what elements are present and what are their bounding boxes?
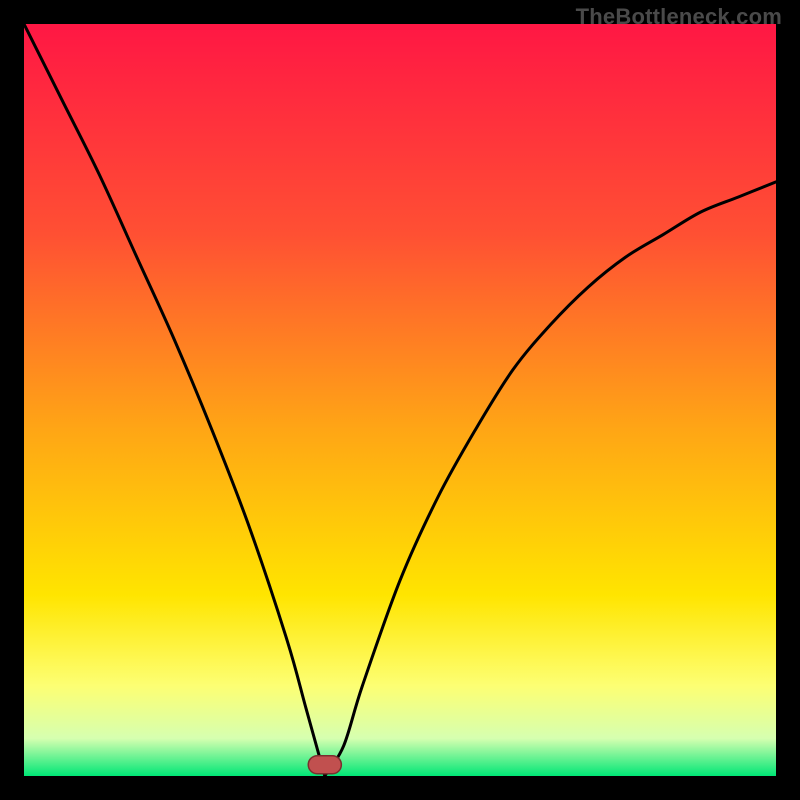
watermark-text: TheBottleneck.com (576, 4, 782, 30)
chart-container: TheBottleneck.com (0, 0, 800, 800)
plot-area (24, 24, 776, 776)
optimum-marker (308, 756, 341, 774)
gradient-background (24, 24, 776, 776)
chart-svg (24, 24, 776, 776)
